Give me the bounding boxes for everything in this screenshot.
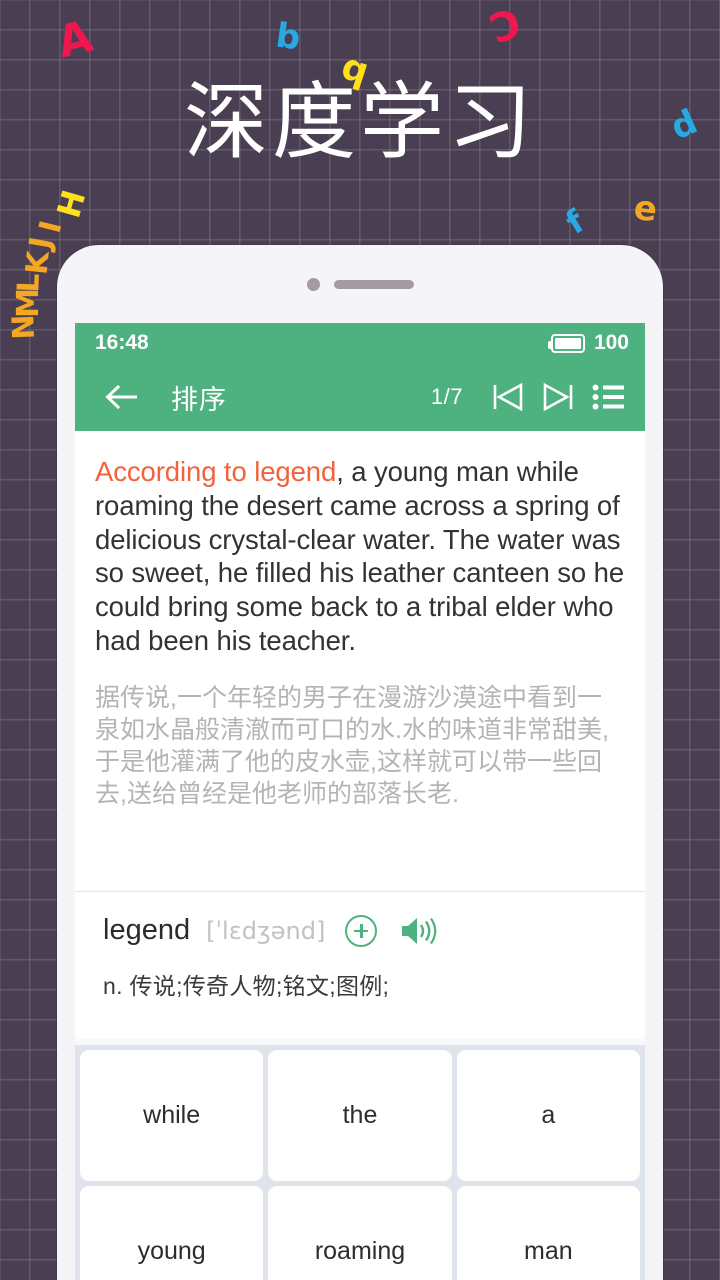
skip-previous-icon [493, 382, 523, 412]
decor-letter-h-7: H [49, 185, 94, 223]
previous-sentence-button[interactable] [485, 374, 531, 420]
battery-level-label: 100 [593, 331, 629, 354]
word-definition-section: legend [ˈlɛdʒənd] n. 传说;传奇人物;铭文;图例; [75, 891, 645, 1039]
decor-letter-k-10: K [19, 249, 57, 277]
phone-notch [57, 245, 663, 323]
decor-letter-e-5: e [631, 187, 660, 231]
decor-letter-n-13: N [6, 313, 42, 341]
page-title: 深度学习 [183, 73, 536, 171]
back-button[interactable] [99, 374, 145, 420]
list-menu-icon [592, 384, 624, 410]
status-bar: 16:48 100 [75, 323, 645, 363]
page-count-label: 1/7 [430, 384, 463, 409]
speaker-icon [402, 917, 437, 944]
word-tiles-grid: while the a young roaming man [75, 1045, 645, 1280]
circle-plus-icon[interactable] [345, 914, 378, 947]
decor-letter-a-0: A [52, 10, 98, 69]
english-paragraph[interactable]: According to legend, a young man while r… [95, 455, 625, 658]
earpiece-speaker-icon [333, 279, 414, 289]
status-bar-right: 100 [547, 331, 629, 355]
decor-letter-j-9: J [22, 234, 60, 252]
word-tiles-section: while the a young roaming man [75, 1039, 645, 1280]
chinese-translation: 据传说,一个年轻的男子在漫游沙漠途中看到一泉如水晶般清澈而可口的水.水的味道非常… [95, 683, 609, 808]
camera-icon [306, 277, 320, 291]
decor-letter-i-8: I [32, 217, 70, 237]
passage-section: According to legend, a young man while r… [75, 431, 645, 891]
decor-letter-c-2: C [483, 0, 527, 51]
app-bar-title: 排序 [171, 384, 227, 415]
word-label: legend [103, 914, 191, 946]
battery-icon [547, 333, 585, 353]
word-meaning-label: n. 传说;传奇人物;铭文;图例; [103, 973, 390, 999]
word-tile[interactable]: the [268, 1050, 452, 1181]
word-tile[interactable]: young [80, 1186, 264, 1280]
speaker-button[interactable] [399, 915, 437, 947]
word-headline-row: legend [ˈlɛdʒənd] [103, 914, 623, 947]
list-menu-button[interactable] [585, 374, 631, 420]
phonetic-label: [ˈlɛdʒənd] [206, 916, 326, 945]
poster-background: AbCqdefHIJKLMN 深度学习 16:48 100 排序 1/7 Acc… [0, 0, 720, 1280]
next-sentence-button[interactable] [535, 374, 581, 420]
word-tile[interactable]: man [456, 1186, 640, 1280]
arrow-left-icon [105, 384, 137, 410]
word-tile[interactable]: a [456, 1050, 640, 1181]
phone-mockup: 16:48 100 排序 1/7 According to legend, a … [57, 245, 663, 1280]
decor-letter-f-6: f [558, 202, 591, 242]
skip-next-icon [543, 382, 573, 412]
word-tile[interactable]: while [80, 1050, 264, 1181]
app-bar: 排序 1/7 [75, 363, 645, 431]
highlighted-phrase[interactable]: According to legend [95, 456, 336, 487]
phone-screen: 16:48 100 排序 1/7 According to legend, a … [75, 323, 645, 1280]
status-bar-time: 16:48 [95, 331, 149, 354]
word-tile[interactable]: roaming [268, 1186, 452, 1280]
decor-letter-b-1: b [273, 15, 304, 59]
